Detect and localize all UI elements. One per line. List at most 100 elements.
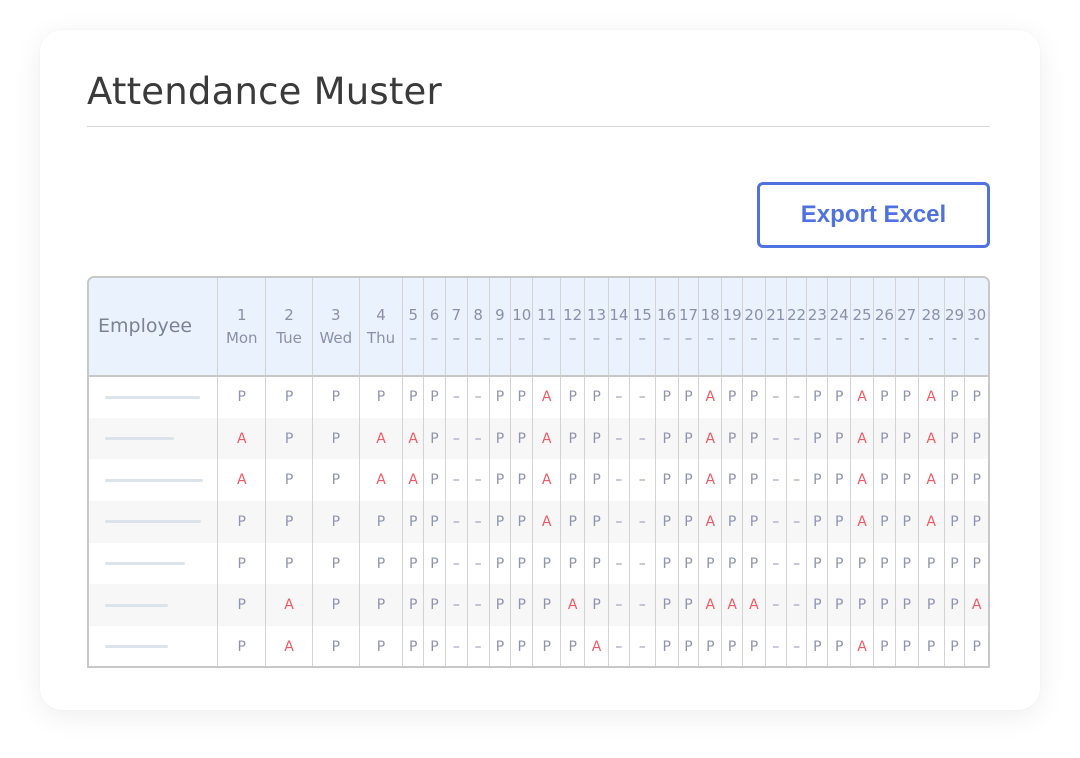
day-column-header[interactable]: 26 -	[872, 278, 896, 377]
day-column-header[interactable]: 9–	[488, 278, 511, 377]
day-column-header[interactable]: 25 -	[850, 278, 874, 377]
present-mark: P	[964, 376, 988, 418]
present-mark: P	[423, 626, 446, 666]
present-mark: P	[964, 417, 988, 460]
absent-mark: A	[850, 417, 874, 460]
day-column-header[interactable]: 13 –	[584, 278, 609, 377]
day-column-header[interactable]: 11 –	[532, 278, 561, 377]
absent-mark: A	[560, 584, 585, 627]
present-mark: P	[510, 542, 533, 585]
employee-name-placeholder	[105, 645, 168, 649]
day-column-header[interactable]: 20 –	[742, 278, 766, 377]
day-column-header[interactable]: 6–	[423, 278, 446, 377]
present-mark: P	[560, 501, 585, 543]
day-column-header[interactable]: 7–	[444, 278, 468, 377]
day-column-header[interactable]: 4 Thu	[358, 278, 403, 377]
employee-column-header[interactable]: Employee	[89, 278, 218, 377]
present-mark: P	[677, 501, 699, 543]
present-mark: P	[510, 417, 533, 460]
present-mark: P	[358, 584, 403, 627]
day-column-header[interactable]: 10 –	[510, 278, 533, 377]
day-number: 29	[944, 305, 965, 324]
off-day-mark: –	[764, 459, 787, 502]
present-mark: P	[827, 542, 851, 585]
present-mark: P	[654, 626, 679, 666]
day-column-header[interactable]: 8–	[466, 278, 490, 377]
day-column-header[interactable]: 12 –	[560, 278, 585, 377]
employee-name-placeholder	[105, 603, 168, 607]
table-row[interactable]: P A P P P P – – P P P A P – – P P A A A – – P P P P P P P A	[89, 584, 988, 627]
weekday-label: -	[951, 328, 958, 347]
day-column-header[interactable]: 3 Wed	[311, 278, 360, 377]
day-column-header[interactable]: 16 –	[654, 278, 679, 377]
weekday-label: Tue	[276, 328, 302, 347]
present-mark: P	[943, 417, 965, 460]
weekday-label: –	[518, 328, 526, 347]
day-column-header[interactable]: 28 -	[917, 278, 945, 377]
day-column-header[interactable]: 24 –	[827, 278, 851, 377]
day-number: 5	[408, 305, 418, 324]
present-mark: P	[654, 376, 679, 418]
present-mark: P	[402, 376, 424, 418]
export-excel-button[interactable]: Export Excel	[757, 182, 990, 248]
employee-name-cell[interactable]	[89, 418, 218, 460]
present-mark: P	[677, 542, 699, 585]
present-mark: P	[265, 542, 313, 585]
absent-mark: A	[698, 376, 722, 418]
day-column-header[interactable]: 23 –	[806, 278, 828, 377]
weekday-label: Mon	[225, 328, 258, 347]
present-mark: P	[943, 542, 965, 585]
table-row[interactable]: A P P A A P – – P P A P P – – P P A P P – – P P A P P A P P	[89, 417, 988, 460]
present-mark: P	[311, 584, 360, 627]
table-row[interactable]: P A P P P P – – P P P P A – – P P P P P – – P P A P P P P P	[89, 626, 988, 666]
day-column-header[interactable]: 2 Tue	[265, 278, 313, 377]
present-mark: P	[943, 584, 965, 627]
employee-name-cell[interactable]	[89, 501, 218, 543]
employee-name-cell[interactable]	[89, 459, 218, 501]
off-day-mark: –	[764, 542, 787, 585]
day-number: 24	[829, 305, 849, 324]
present-mark: P	[806, 542, 828, 585]
table-row[interactable]: P P P P P P – – P P A P P – – P P A P P – – P P A P P A P P	[89, 501, 988, 543]
present-mark: P	[358, 376, 403, 418]
present-mark: P	[917, 584, 945, 627]
weekday-label: –	[772, 328, 780, 347]
weekday-label: -	[903, 328, 910, 347]
present-mark: P	[510, 584, 533, 627]
day-column-header[interactable]: 22 –	[785, 278, 807, 377]
table-row[interactable]: P P P P P P – – P P P P P – – P P P P P – – P P P P P P P P	[89, 542, 988, 585]
present-mark: P	[488, 626, 511, 666]
day-column-header[interactable]: 14 –	[608, 278, 630, 377]
day-column-header[interactable]: 18 –	[698, 278, 722, 377]
present-mark: P	[265, 376, 313, 418]
present-mark: P	[560, 417, 585, 460]
present-mark: P	[423, 376, 446, 418]
present-mark: P	[894, 626, 919, 666]
day-column-header[interactable]: 19 –	[721, 278, 743, 377]
day-number: 7	[451, 305, 462, 324]
present-mark: P	[917, 542, 945, 585]
employee-name-cell[interactable]	[89, 584, 218, 626]
off-day-mark: –	[764, 376, 787, 418]
day-number: 23	[807, 305, 827, 324]
day-column-header[interactable]: 27 -	[894, 278, 919, 377]
day-column-header[interactable]: 21 –	[764, 278, 787, 377]
title-divider	[87, 126, 990, 127]
day-column-header[interactable]: 1 Mon	[217, 278, 266, 377]
present-mark: P	[584, 459, 609, 502]
present-mark: P	[311, 542, 360, 585]
absent-mark: A	[532, 501, 561, 543]
day-column-header[interactable]: 17 –	[677, 278, 699, 377]
day-column-header[interactable]: 30 -	[964, 278, 988, 377]
day-column-header[interactable]: 5–	[402, 278, 424, 377]
table-row[interactable]: A P P A A P – – P P A P P – – P P A P P – – P P A P P A P P	[89, 459, 988, 502]
off-day-mark: –	[466, 459, 490, 502]
day-column-header[interactable]: 15 –	[628, 278, 656, 377]
off-day-mark: –	[444, 376, 468, 418]
employee-name-cell[interactable]	[89, 626, 218, 666]
employee-name-cell[interactable]	[89, 376, 218, 418]
employee-name-cell[interactable]	[89, 543, 218, 585]
present-mark: P	[677, 584, 699, 627]
day-column-header[interactable]: 29 -	[943, 278, 965, 377]
table-row[interactable]: P P P P P P – – P P A P P – – P P A P P – – P P A P P A P P	[89, 376, 988, 418]
